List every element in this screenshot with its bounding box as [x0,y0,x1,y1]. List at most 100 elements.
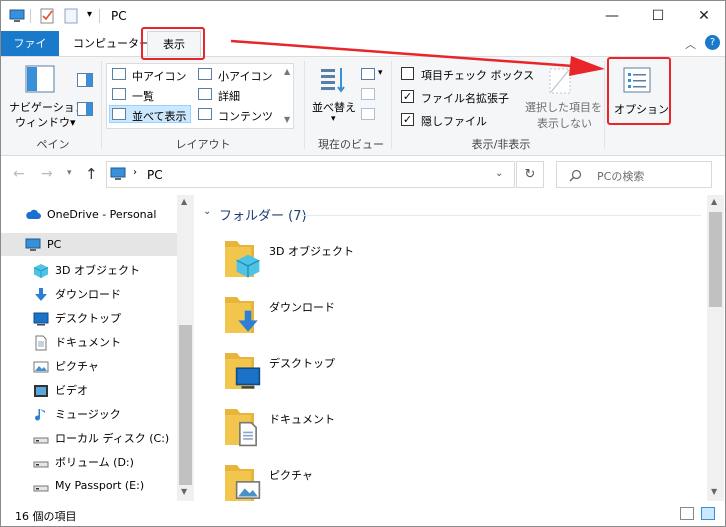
sidebar-item[interactable]: My Passport (E:) [1,474,177,497]
layout-medium-icons[interactable]: 中アイコン [132,68,186,84]
forward-arrow-icon[interactable]: → [41,166,53,182]
nav-scroll-thumb[interactable] [179,325,192,485]
close-button[interactable]: ✕ [681,1,725,31]
sidebar-item[interactable]: ピクチャ [1,354,177,377]
new-folder-icon[interactable] [63,8,79,24]
sidebar-item[interactable]: 3D オブジェクト [1,258,177,281]
sidebar-item[interactable]: OneDrive - Personal [1,203,177,226]
collapse-ribbon-icon[interactable]: ︿ [685,36,696,52]
folder-tile[interactable]: ダウンロード [195,289,700,345]
scroll-up-icon[interactable]: ▲ [711,197,717,206]
sidebar-item[interactable]: PC [1,233,177,256]
layout-list[interactable]: 一覧 [132,88,154,104]
cube-icon [235,253,261,282]
details-icon [198,88,212,100]
drive-icon [33,479,49,493]
sort-by-button[interactable]: 並べ替え [312,99,356,115]
download-icon [33,287,49,301]
properties-icon[interactable] [39,8,55,24]
folder-tile[interactable]: 3D オブジェクト [195,233,700,289]
address-bar[interactable]: › PC ⌄ [106,161,515,188]
file-extensions-label[interactable]: ファイル名拡張子 [421,90,509,106]
help-icon[interactable]: ? [705,35,720,50]
view-tab-highlight [141,27,205,60]
sidebar-item-label: OneDrive - Personal [47,208,157,221]
refresh-button[interactable]: ↻ [516,161,544,188]
preview-pane-icon[interactable] [77,73,93,87]
layout-tiles[interactable]: 並べて表示 [132,108,187,124]
content-scroll-thumb[interactable] [709,212,722,307]
sort-by-dropdown-icon[interactable]: ▾ [331,114,336,124]
add-columns-icon[interactable] [361,88,375,100]
folder-tile[interactable]: ドキュメント [195,401,700,457]
scroll-down-icon[interactable]: ▼ [181,487,187,496]
folder-label: デスクトップ [269,357,335,370]
breadcrumb-chevron-icon[interactable]: › [133,167,137,178]
content-pane: ⌄ フォルダー (7) 3D オブジェクト ダウンロード デスクトップ ドキュメ… [195,195,724,501]
hide-selected-items-line2[interactable]: 表示しない [537,115,592,131]
computer-icon [9,9,25,22]
search-box[interactable]: PCの検索 [556,161,712,188]
document-icon [235,421,261,450]
sidebar-item-label: My Passport (E:) [55,479,145,492]
large-icons-view-icon[interactable] [701,507,715,520]
layout-details[interactable]: 詳細 [218,88,240,104]
quick-access-dropdown-icon[interactable]: ▾ [87,9,92,20]
show-hide-group-label: 表示/非表示 [471,138,531,151]
music-icon [33,407,49,421]
sidebar-item-label: 3D オブジェクト [55,263,140,277]
computer-icon [110,167,126,180]
sidebar-item[interactable]: ドキュメント [1,330,177,353]
medium-icons-icon [112,68,126,80]
up-arrow-icon[interactable]: ↑ [85,165,98,183]
hidden-items-label[interactable]: 隠しファイル [421,113,487,129]
size-columns-icon[interactable] [361,108,375,120]
cloud-icon [25,208,41,222]
address-dropdown-icon[interactable]: ⌄ [495,168,503,179]
layout-content[interactable]: コンテンツ [218,108,273,124]
search-icon [569,169,582,182]
item-count: 16 個の項目 [15,510,77,523]
details-pane-icon[interactable] [77,102,93,116]
sidebar-item[interactable]: ローカル ディスク (C:) [1,426,177,449]
minimize-button[interactable]: — [589,1,635,31]
content-icon [198,108,212,120]
sidebar-item[interactable]: デスクトップ [1,306,177,329]
sidebar-item-label: ミュージック [55,407,121,421]
document-icon [33,335,49,350]
desktop-icon [235,365,261,394]
hidden-items-checkbox[interactable]: ✓ [401,113,414,126]
sidebar-item[interactable]: ダウンロード [1,282,177,305]
recent-locations-icon[interactable]: ▾ [67,168,72,178]
breadcrumb-pc[interactable]: PC [147,168,163,182]
details-view-icon[interactable] [680,507,694,520]
sidebar-item[interactable]: ビデオ [1,378,177,401]
maximize-button[interactable]: ☐ [635,1,681,31]
sidebar-item[interactable]: ミュージック [1,402,177,425]
sidebar-item[interactable]: ボリューム (D:) [1,450,177,473]
download-icon [235,309,261,338]
layout-scroll-more-icon[interactable]: ▼ [284,115,290,124]
folders-group-header[interactable]: フォルダー (7) [219,205,307,224]
file-extensions-checkbox[interactable]: ✓ [401,90,414,103]
tab-file[interactable]: ファイル [1,31,59,75]
content-scrollbar[interactable]: ▲ ▼ [707,195,724,501]
sidebar-item-label: ピクチャ [55,359,99,373]
navigation-pane-icon [25,65,55,93]
group-collapse-icon[interactable]: ⌄ [203,206,211,217]
small-icons-icon [198,68,212,80]
nav-scrollbar[interactable]: ▲ ▼ [177,195,194,501]
sidebar-item-label: ドキュメント [55,335,121,349]
navigation-pane-dropdown-label[interactable]: ウィンドウ▾ [15,114,76,130]
computer-icon [25,238,41,252]
hide-selected-items-line1[interactable]: 選択した項目を [525,99,602,115]
picture-icon [33,359,49,373]
drive-icon [33,455,49,469]
folder-tile[interactable]: デスクトップ [195,345,700,401]
scroll-up-icon[interactable]: ▲ [181,197,187,206]
window-title: PC [111,9,127,23]
back-arrow-icon[interactable]: ← [13,166,25,182]
navigation-pane-button-label[interactable]: ナビゲーション [9,99,86,115]
scroll-down-icon[interactable]: ▼ [711,487,717,496]
address-row: ← → ▾ ↑ › PC ⌄ ↻ PCの検索 [1,156,725,194]
